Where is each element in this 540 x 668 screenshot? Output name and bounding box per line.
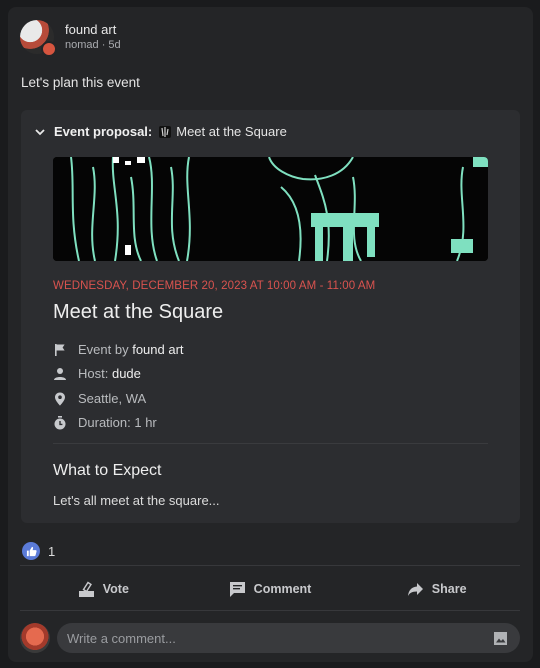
host-name[interactable]: dude (112, 366, 141, 381)
post-header: found art nomad · 5d (20, 20, 121, 57)
event-location: Seattle, WA (78, 391, 147, 406)
comment-icon (229, 581, 245, 597)
organizer-prefix: Event by (78, 342, 129, 357)
what-to-expect-text: Let's all meet at the square... (53, 493, 220, 508)
what-to-expect-heading: What to Expect (53, 462, 162, 479)
event-banner-image (53, 157, 488, 261)
flag-icon (55, 343, 65, 356)
person-icon (54, 367, 66, 380)
event-title: Meet at the Square (53, 301, 224, 323)
current-user-avatar[interactable] (20, 623, 50, 653)
actions-bottom-divider (20, 610, 520, 611)
image-icon[interactable] (493, 631, 508, 646)
comment-input[interactable]: Write a comment... (57, 623, 520, 653)
author-name[interactable]: found art (65, 22, 121, 38)
share-label: Share (431, 582, 467, 596)
comment-label: Comment (253, 582, 312, 596)
event-location-row: Seattle, WA (53, 391, 146, 406)
post-actions-bar: Vote Comment Share (20, 567, 520, 611)
stopwatch-icon (54, 415, 66, 429)
event-duration: Duration: 1 hr (78, 415, 157, 430)
author-info: found art nomad · 5d (65, 22, 121, 52)
event-proposal-box: Event proposal: Meet at the Square WEDNE… (21, 110, 520, 523)
post-meta: nomad · 5d (65, 39, 121, 51)
share-arrow-icon (407, 582, 423, 596)
event-host-row: Host: dude (53, 366, 141, 381)
comment-placeholder: Write a comment... (67, 630, 176, 646)
chevron-down-icon (35, 128, 45, 135)
author-avatar[interactable] (20, 20, 57, 57)
vote-button[interactable]: Vote (20, 567, 187, 611)
post-card: found art nomad · 5d Let's plan this eve… (8, 7, 533, 662)
vote-label: Vote (102, 582, 129, 596)
location-pin-icon (55, 392, 65, 405)
event-duration-row: Duration: 1 hr (53, 415, 157, 430)
share-button[interactable]: Share (353, 567, 520, 611)
event-organizer-row: Event by found art (53, 342, 184, 357)
proposal-name: Meet at the Square (176, 124, 287, 139)
comment-composer: Write a comment... (20, 623, 520, 653)
event-divider (53, 443, 488, 444)
reaction-count: 1 (48, 543, 56, 559)
host-prefix: Host: (78, 366, 109, 381)
event-datetime: WEDNESDAY, DECEMBER 20, 2023 AT 10:00 AM… (53, 280, 376, 292)
comment-button[interactable]: Comment (187, 567, 354, 611)
group-badge (41, 41, 57, 57)
ballot-box-icon (78, 581, 94, 597)
post-text: Let's plan this event (21, 75, 140, 90)
reactions-summary[interactable]: 1 (22, 542, 55, 560)
thumbs-up-icon (22, 542, 40, 560)
event-thumbnail-icon (159, 125, 172, 138)
event-proposal-toggle[interactable]: Event proposal: Meet at the Square (34, 124, 287, 139)
actions-top-divider (20, 565, 520, 566)
organizer-name[interactable]: found art (132, 342, 183, 357)
proposal-label: Event proposal: (54, 124, 153, 139)
